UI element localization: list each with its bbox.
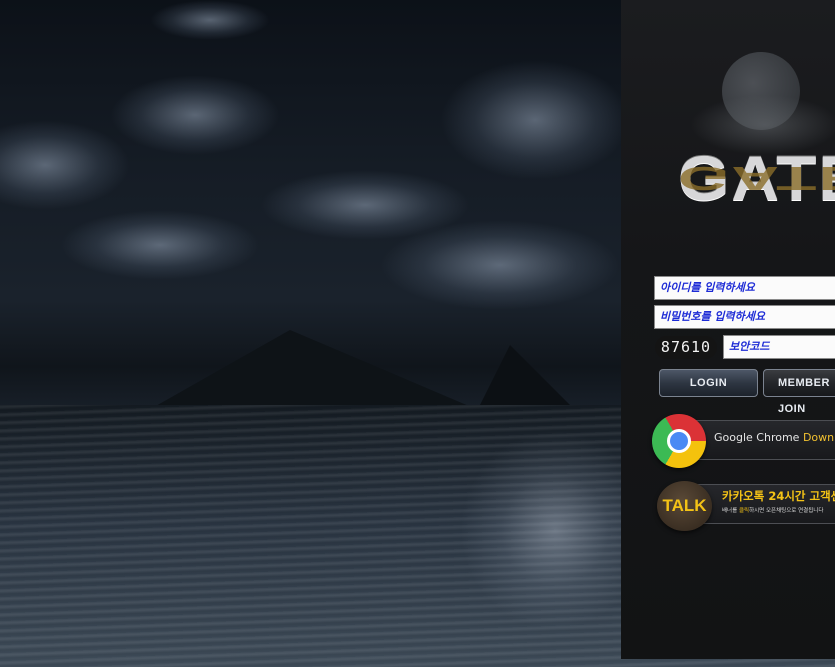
cloud bbox=[150, 0, 270, 40]
login-button[interactable]: LOGIN bbox=[659, 369, 758, 397]
member-join-button[interactable]: MEMBER JOIN bbox=[763, 369, 835, 415]
kakao-sub-suffix: 하시면 오픈채팅으로 연결됩니다 bbox=[749, 508, 824, 514]
chrome-icon-center bbox=[667, 429, 691, 453]
cloud bbox=[110, 75, 280, 155]
cloud bbox=[0, 120, 130, 210]
cloud bbox=[440, 60, 630, 180]
kakao-talk-icon[interactable]: TALK bbox=[657, 481, 712, 531]
kakao-sub-prefix: 배너를 bbox=[722, 508, 739, 514]
chrome-name: Google Chrome bbox=[714, 431, 800, 444]
mountain-silhouette-small bbox=[480, 345, 570, 405]
cloud bbox=[380, 220, 620, 310]
kakao-support-subtitle: 배너를 클릭하시면 오픈채팅으로 연결됩니다 bbox=[722, 506, 823, 514]
kakao-support-title[interactable]: 카카오톡 24시간 고객센터 bbox=[722, 488, 835, 504]
kakao-sub-highlight: 클릭 bbox=[738, 508, 750, 514]
mountain-silhouette bbox=[140, 330, 490, 415]
cloud bbox=[60, 210, 260, 280]
chrome-download-text[interactable]: Google Chrome Download bbox=[714, 431, 835, 444]
site-logo-reflection: GATE bbox=[678, 160, 819, 197]
username-input[interactable]: 아이디를 입력하세요 bbox=[654, 276, 835, 300]
chrome-icon[interactable] bbox=[652, 414, 706, 468]
captcha-image: 87610 bbox=[655, 336, 717, 359]
captcha-input[interactable]: 보안코드 bbox=[723, 335, 835, 359]
password-input[interactable]: 비밀번호를 입력하세요 bbox=[654, 305, 835, 329]
chrome-download-link[interactable]: Download bbox=[803, 431, 835, 444]
